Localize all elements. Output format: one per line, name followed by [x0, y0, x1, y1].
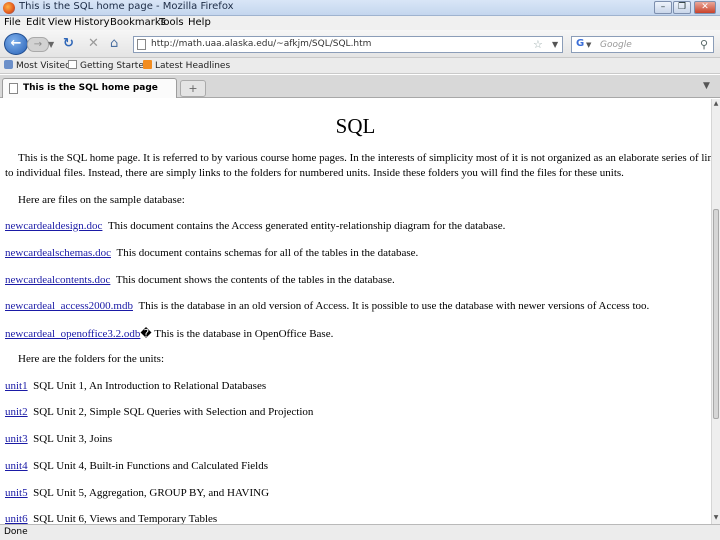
url-text[interactable]: http://math.uaa.alaska.edu/~afkjm/SQL/SQ… [151, 39, 371, 49]
unit-item: unit5 SQL Unit 5, Aggregation, GROUP BY,… [5, 487, 269, 499]
bookmark-most-visited[interactable]: Most Visited [4, 60, 71, 71]
file-link[interactable]: newcardealschemas.doc [5, 247, 111, 259]
back-button[interactable]: ← [4, 33, 28, 55]
scroll-down-icon[interactable]: ▼ [712, 514, 720, 523]
unit-link[interactable]: unit6 [5, 513, 28, 524]
menu-bar: File Edit View History Bookmarks Tools H… [0, 16, 720, 30]
unit-item: unit2 SQL Unit 2, Simple SQL Queries wit… [5, 406, 313, 418]
unit-link[interactable]: unit1 [5, 380, 28, 392]
unit-description: SQL Unit 1, An Introduction to Relationa… [33, 380, 267, 392]
page-content: SQL This is the SQL home page. It is ref… [0, 99, 711, 524]
menu-help[interactable]: Help [188, 17, 211, 28]
file-link[interactable]: newcardealcontents.doc [5, 274, 110, 286]
file-item: newcardealschemas.doc This document cont… [5, 247, 418, 259]
close-button[interactable]: ✕ [694, 1, 716, 14]
unit-link[interactable]: unit5 [5, 487, 28, 499]
unit-description: SQL Unit 5, Aggregation, GROUP BY, and H… [33, 487, 270, 499]
menu-edit[interactable]: Edit [26, 17, 45, 28]
page-icon [68, 60, 77, 69]
bookmark-label: Latest Headlines [155, 61, 231, 71]
unit-item: unit4 SQL Unit 4, Built-in Functions and… [5, 460, 268, 472]
status-text: Done [4, 527, 28, 537]
scrollbar-thumb[interactable] [713, 209, 719, 419]
file-link[interactable]: newcardeal_openoffice3.2.odb [5, 328, 140, 340]
files-heading: Here are files on the sample database: [18, 194, 185, 206]
file-item: newcardealcontents.doc This document sho… [5, 274, 395, 286]
unit-item: unit3 SQL Unit 3, Joins [5, 433, 112, 445]
search-placeholder[interactable]: Google [600, 40, 632, 50]
bookmark-label: Getting Started [80, 61, 150, 71]
search-icon[interactable]: ⚲ [700, 38, 708, 51]
intro-paragraph-line-2: to individual files. Instead, there are … [5, 167, 624, 179]
home-icon[interactable]: ⌂ [110, 37, 118, 51]
page-title: SQL [335, 114, 376, 138]
menu-tools[interactable]: Tools [159, 17, 184, 28]
menu-view[interactable]: View [48, 17, 72, 28]
unit-link[interactable]: unit4 [5, 460, 28, 472]
menu-bookmarks[interactable]: Bookmarks [110, 17, 166, 28]
file-description: This document contains schemas for all o… [116, 247, 419, 259]
most-visited-icon [4, 60, 13, 69]
search-box[interactable]: G ▼ Google ⚲ [571, 36, 714, 53]
file-link[interactable]: newcardeal_access2000.mdb [5, 300, 133, 312]
window-title-bar: This is the SQL home page - Mozilla Fire… [0, 0, 720, 16]
stop-icon[interactable]: ✕ [88, 37, 99, 51]
tab-sql-home[interactable]: This is the SQL home page [2, 78, 177, 98]
file-description: This document shows the contents of the … [115, 274, 395, 286]
unit-description: SQL Unit 6, Views and Temporary Tables [33, 513, 218, 524]
file-item: newcardeal_openoffice3.2.odb� This is th… [5, 327, 333, 340]
file-item: newcardeal_access2000.mdb This is the da… [5, 300, 649, 312]
file-description: � This is the database in OpenOffice Bas… [140, 328, 334, 340]
minimize-button[interactable]: – [654, 1, 672, 14]
address-bar[interactable]: http://math.uaa.alaska.edu/~afkjm/SQL/SQ… [133, 36, 563, 53]
rss-feed-icon [143, 60, 152, 69]
page-favicon-icon [137, 39, 146, 50]
file-item: newcardealdesign.doc This document conta… [5, 220, 505, 232]
intro-paragraph-line-1: This is the SQL home page. It is referre… [18, 152, 711, 164]
unit-item: unit6 SQL Unit 6, Views and Temporary Ta… [5, 513, 217, 524]
menu-history[interactable]: History [74, 17, 110, 28]
file-link[interactable]: newcardealdesign.doc [5, 220, 102, 232]
google-engine-icon[interactable]: G [576, 38, 584, 49]
scroll-up-icon[interactable]: ▲ [712, 100, 720, 109]
forward-button[interactable]: → [27, 37, 49, 52]
window-title: This is the SQL home page - Mozilla Fire… [19, 1, 234, 12]
bookmark-star-icon[interactable]: ☆ [533, 38, 543, 51]
restore-button[interactable]: ❐ [673, 1, 691, 14]
firefox-logo-icon [3, 2, 15, 14]
tab-strip: This is the SQL home page + ▼ [0, 75, 720, 98]
file-description: This document contains the Access genera… [107, 220, 506, 232]
unit-link[interactable]: unit3 [5, 433, 28, 445]
unit-description: SQL Unit 4, Built-in Functions and Calcu… [33, 460, 268, 472]
url-dropdown-icon[interactable]: ▼ [552, 40, 558, 49]
history-dropdown-icon[interactable]: ▼ [48, 40, 54, 49]
status-bar: Done [0, 524, 720, 540]
bookmarks-toolbar: Most Visited Getting Started Latest Head… [0, 58, 720, 74]
unit-link[interactable]: unit2 [5, 406, 28, 418]
unit-item: unit1 SQL Unit 1, An Introduction to Rel… [5, 380, 266, 392]
bookmark-latest-headlines[interactable]: Latest Headlines [143, 60, 230, 71]
tab-list-icon[interactable]: ▼ [703, 81, 710, 91]
unit-description: SQL Unit 3, Joins [33, 433, 113, 445]
bookmark-getting-started[interactable]: Getting Started [68, 60, 150, 71]
reload-icon[interactable]: ↻ [63, 37, 74, 51]
new-tab-button[interactable]: + [180, 80, 206, 97]
tab-label: This is the SQL home page [23, 83, 158, 93]
unit-description: SQL Unit 2, Simple SQL Queries with Sele… [33, 406, 314, 418]
tab-favicon-icon [9, 83, 18, 94]
vertical-scrollbar[interactable]: ▲ ▼ [711, 99, 720, 524]
engine-dropdown-icon[interactable]: ▼ [586, 41, 591, 49]
menu-file[interactable]: File [4, 17, 21, 28]
file-description: This is the database in an old version o… [138, 300, 650, 312]
folders-heading: Here are the folders for the units: [18, 353, 164, 365]
bookmark-label: Most Visited [16, 61, 71, 71]
navigation-toolbar: ← → ▼ ↻ ✕ ⌂ http://math.uaa.alaska.edu/~… [0, 30, 720, 58]
